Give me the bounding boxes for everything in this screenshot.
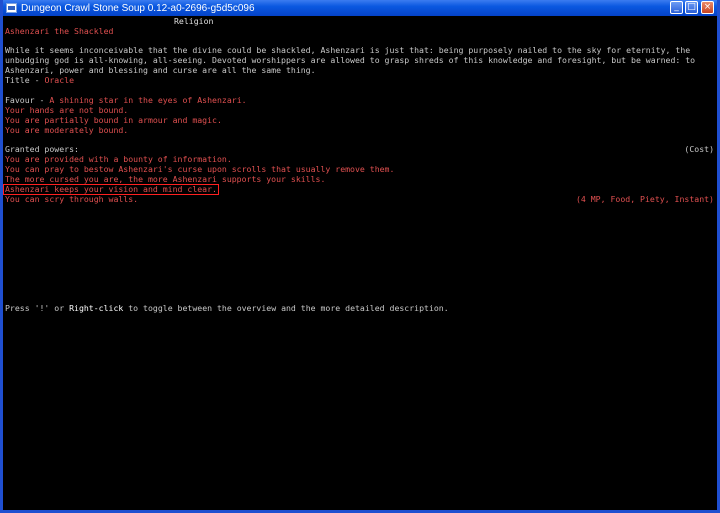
footer-hint: Press '!' or Right-click to toggle betwe… (5, 303, 449, 314)
favour-value: A shining star in the eyes of Ashenzari. (49, 95, 247, 105)
favour-label: Favour - (5, 95, 50, 105)
title-bar[interactable]: Dungeon Crawl Stone Soup 0.12-a0-2696-g5… (3, 0, 717, 16)
religion-screen: Religion Ashenzari the Shackled While it… (3, 16, 717, 510)
title-label: Title - (5, 75, 45, 85)
maximize-button[interactable]: □ (685, 1, 698, 14)
screen-header: Religion (174, 16, 214, 26)
footer-pre: Press '!' or (5, 303, 70, 313)
window-title: Dungeon Crawl Stone Soup 0.12-a0-2696-g5… (21, 2, 255, 14)
title-row: Title - Oracle (5, 75, 75, 86)
power-line: You can scry through walls. (5, 194, 139, 204)
game-window: Dungeon Crawl Stone Soup 0.12-a0-2696-g5… (0, 0, 720, 513)
title-value: Oracle (44, 75, 75, 85)
god-name: Ashenzari the Shackled (5, 26, 114, 36)
right-click-key[interactable]: Right-click (69, 303, 123, 313)
status-line: You are moderately bound. (5, 125, 129, 135)
cost-label: (Cost) (684, 144, 714, 154)
scry-cost: (4 MP, Food, Piety, Instant) (575, 194, 714, 204)
minimize-button[interactable]: _ (670, 1, 683, 14)
app-icon[interactable] (6, 3, 17, 13)
close-button[interactable]: × (701, 1, 714, 14)
footer-post: to toggle between the overview and the m… (123, 303, 449, 313)
